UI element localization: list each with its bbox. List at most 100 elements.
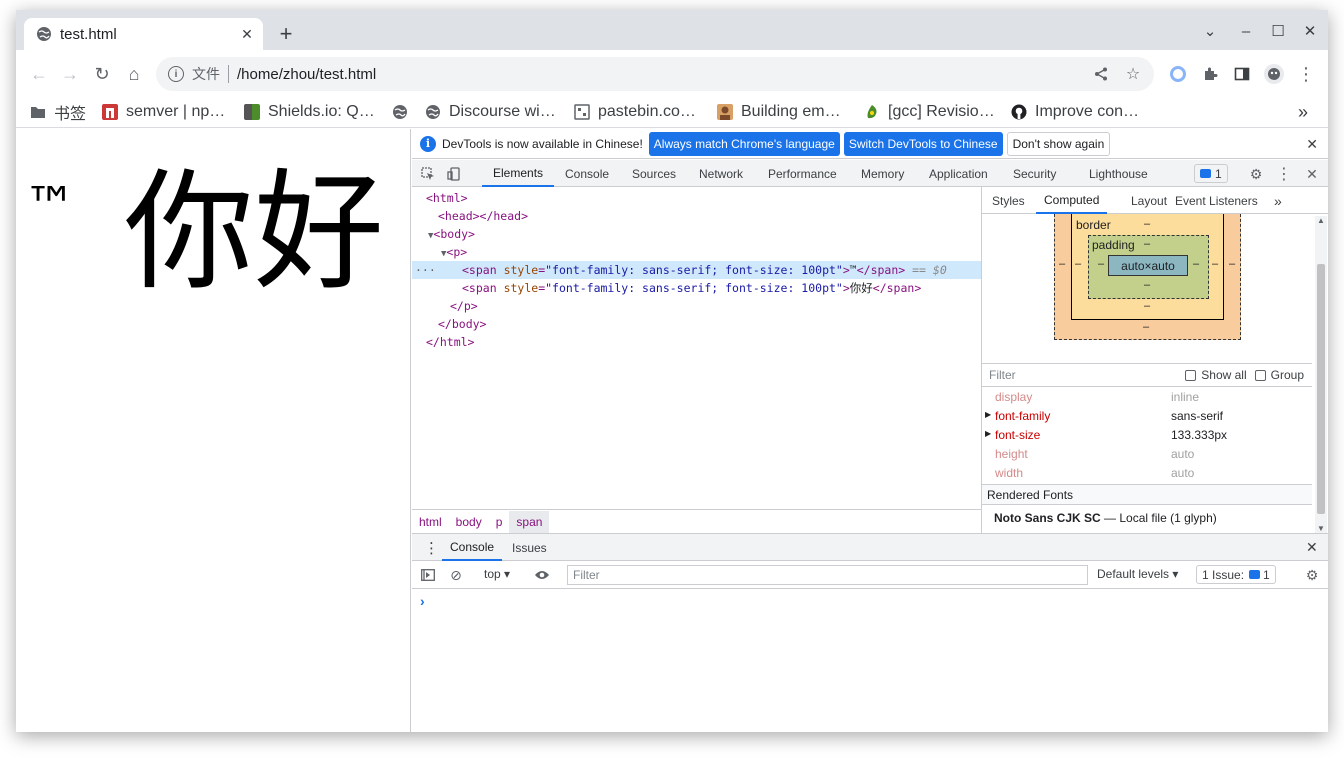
console-issues-button[interactable]: 1 Issue: 1: [1196, 565, 1276, 584]
share-icon[interactable]: [1090, 63, 1112, 85]
tab-memory[interactable]: Memory: [861, 160, 904, 187]
side-panel-icon[interactable]: [1231, 63, 1253, 85]
tab-search-icon[interactable]: ⌄: [1198, 20, 1222, 42]
site-info-icon[interactable]: i: [168, 66, 184, 82]
profile-avatar[interactable]: [1263, 63, 1285, 85]
bookmark-item[interactable]: semver | np…: [102, 100, 225, 124]
live-expression-eye-icon[interactable]: [532, 565, 552, 585]
computed-property-row[interactable]: width auto: [982, 464, 1312, 483]
more-tabs-icon[interactable]: »: [1274, 187, 1282, 214]
back-arrow-icon[interactable]: ←: [28, 63, 50, 85]
dom-node-span[interactable]: <span style="font-family: sans-serif; fo…: [412, 279, 981, 297]
group-checkbox[interactable]: [1254, 369, 1266, 381]
tab-elements[interactable]: Elements: [482, 160, 555, 187]
reload-icon[interactable]: ↻: [91, 63, 113, 85]
box-model-content[interactable]: auto×auto: [1108, 255, 1188, 276]
browser-tab[interactable]: test.html ✕: [24, 18, 263, 50]
console-prompt-icon[interactable]: ›: [420, 593, 425, 609]
tab-security[interactable]: Security: [1013, 160, 1056, 187]
bookmark-item[interactable]: Shields.io: Q…: [244, 100, 375, 124]
dom-node-span-selected[interactable]: ··· <span style="font-family: sans-serif…: [412, 261, 981, 279]
context-selector[interactable]: top ▾: [484, 567, 510, 581]
tab-lighthouse[interactable]: Lighthouse: [1089, 160, 1148, 187]
breadcrumb-p[interactable]: p: [489, 511, 510, 533]
tab-layout[interactable]: Layout: [1131, 187, 1167, 214]
tab-console[interactable]: Console: [565, 160, 609, 187]
device-toolbar-icon[interactable]: [444, 164, 464, 184]
settings-gear-icon[interactable]: ⚙: [1246, 164, 1266, 184]
log-levels-dropdown[interactable]: Default levels ▾: [1097, 567, 1178, 581]
expand-triangle-icon[interactable]: ▶: [985, 410, 991, 419]
expand-triangle-icon[interactable]: ▶: [985, 429, 991, 438]
breadcrumb-body[interactable]: body: [449, 511, 489, 533]
dont-show-again-button[interactable]: Don't show again: [1006, 131, 1111, 156]
issues-badge[interactable]: 1: [1194, 164, 1228, 183]
drawer-close-icon[interactable]: ✕: [1306, 534, 1318, 561]
dom-node-p-close[interactable]: </p>: [412, 297, 981, 315]
forward-arrow-icon[interactable]: →: [59, 63, 81, 85]
breadcrumb-span[interactable]: span: [509, 510, 550, 533]
dom-node-body-close[interactable]: </body>: [412, 315, 981, 333]
drawer-tab-console[interactable]: Console: [442, 534, 503, 561]
tab-close-icon[interactable]: ✕: [237, 24, 257, 44]
bookmark-item[interactable]: [gcc] Revisio…: [864, 100, 995, 124]
dom-node-body[interactable]: ▼<body>: [412, 225, 981, 243]
tab-computed[interactable]: Computed: [1036, 187, 1108, 214]
dom-node-head[interactable]: <head></head>: [412, 207, 981, 225]
box-model-border[interactable]: border – padding – – – auto×auto – – – –: [1071, 214, 1224, 320]
computed-property-row[interactable]: display inline: [982, 388, 1312, 407]
maximize-button[interactable]: ☐: [1266, 20, 1290, 42]
extensions-puzzle-icon[interactable]: [1199, 63, 1221, 85]
tab-event-listeners[interactable]: Event Listeners: [1175, 187, 1258, 214]
devtools-menu-icon[interactable]: ⋮: [1274, 164, 1294, 184]
breadcrumb-html[interactable]: html: [412, 511, 449, 533]
scroll-up-arrow-icon[interactable]: ▲: [1317, 216, 1325, 225]
dom-node-p[interactable]: ▼<p>: [412, 243, 981, 261]
sidebar-scrollbar[interactable]: ▲ ▼: [1315, 216, 1327, 533]
bookmark-item[interactable]: pastebin.co…: [574, 100, 696, 124]
extension-circle-icon[interactable]: [1167, 63, 1189, 85]
chrome-menu-icon[interactable]: ⋮: [1295, 63, 1317, 85]
scrollbar-thumb[interactable]: [1317, 264, 1325, 514]
show-all-checkbox[interactable]: [1185, 369, 1197, 381]
sidebar-toggle-icon[interactable]: [418, 565, 438, 585]
tab-styles[interactable]: Styles: [992, 187, 1025, 214]
tab-performance[interactable]: Performance: [768, 160, 837, 187]
window-close-button[interactable]: ✕: [1298, 20, 1322, 42]
bookmark-item[interactable]: [392, 100, 416, 124]
bookmarks-overflow-icon[interactable]: »: [1298, 100, 1308, 124]
drawer-menu-icon[interactable]: ⋮: [424, 534, 439, 561]
bookmark-item[interactable]: 书签: [30, 100, 86, 124]
console-filter-input[interactable]: Filter: [567, 565, 1088, 585]
tab-application[interactable]: Application: [929, 160, 988, 187]
home-icon[interactable]: ⌂: [123, 63, 145, 85]
devtools-close-icon[interactable]: ✕: [1302, 164, 1322, 184]
computed-property-row[interactable]: height auto: [982, 445, 1312, 464]
node-actions-icon[interactable]: ···: [415, 261, 436, 279]
minimize-button[interactable]: –: [1234, 20, 1258, 42]
bookmark-item[interactable]: Building em…: [717, 100, 841, 124]
bookmark-item[interactable]: Improve con…: [1011, 100, 1139, 124]
box-model-padding[interactable]: padding – – – auto×auto –: [1088, 235, 1209, 299]
scroll-down-arrow-icon[interactable]: ▼: [1317, 524, 1325, 533]
computed-filter-input[interactable]: Filter: [989, 368, 1185, 382]
clear-console-icon[interactable]: ⊘: [446, 565, 466, 585]
url-text[interactable]: /home/zhou/test.html: [237, 66, 1090, 83]
bookmark-star-icon[interactable]: ☆: [1122, 63, 1144, 85]
bookmark-item[interactable]: Discourse wi…: [425, 100, 556, 124]
computed-property-row[interactable]: ▶ font-size 133.333px: [982, 426, 1312, 445]
drawer-tab-issues[interactable]: Issues: [512, 534, 547, 561]
switch-language-button[interactable]: Switch DevTools to Chinese: [843, 131, 1003, 156]
dom-node-html-close[interactable]: </html>: [412, 333, 981, 351]
box-model-margin[interactable]: border – padding – – – auto×auto – – – –: [1054, 214, 1241, 340]
dom-node-html[interactable]: <html>: [412, 189, 981, 207]
match-language-button[interactable]: Always match Chrome's language: [648, 131, 840, 156]
new-tab-button[interactable]: +: [274, 22, 298, 46]
tab-network[interactable]: Network: [699, 160, 743, 187]
inspect-element-icon[interactable]: [418, 164, 438, 184]
address-bar[interactable]: i 文件 /home/zhou/test.html ☆: [156, 57, 1154, 91]
console-settings-gear-icon[interactable]: ⚙: [1302, 565, 1322, 585]
tab-sources[interactable]: Sources: [632, 160, 676, 187]
computed-property-row[interactable]: ▶ font-family sans-serif: [982, 407, 1312, 426]
infobar-close-icon[interactable]: ✕: [1306, 136, 1318, 153]
